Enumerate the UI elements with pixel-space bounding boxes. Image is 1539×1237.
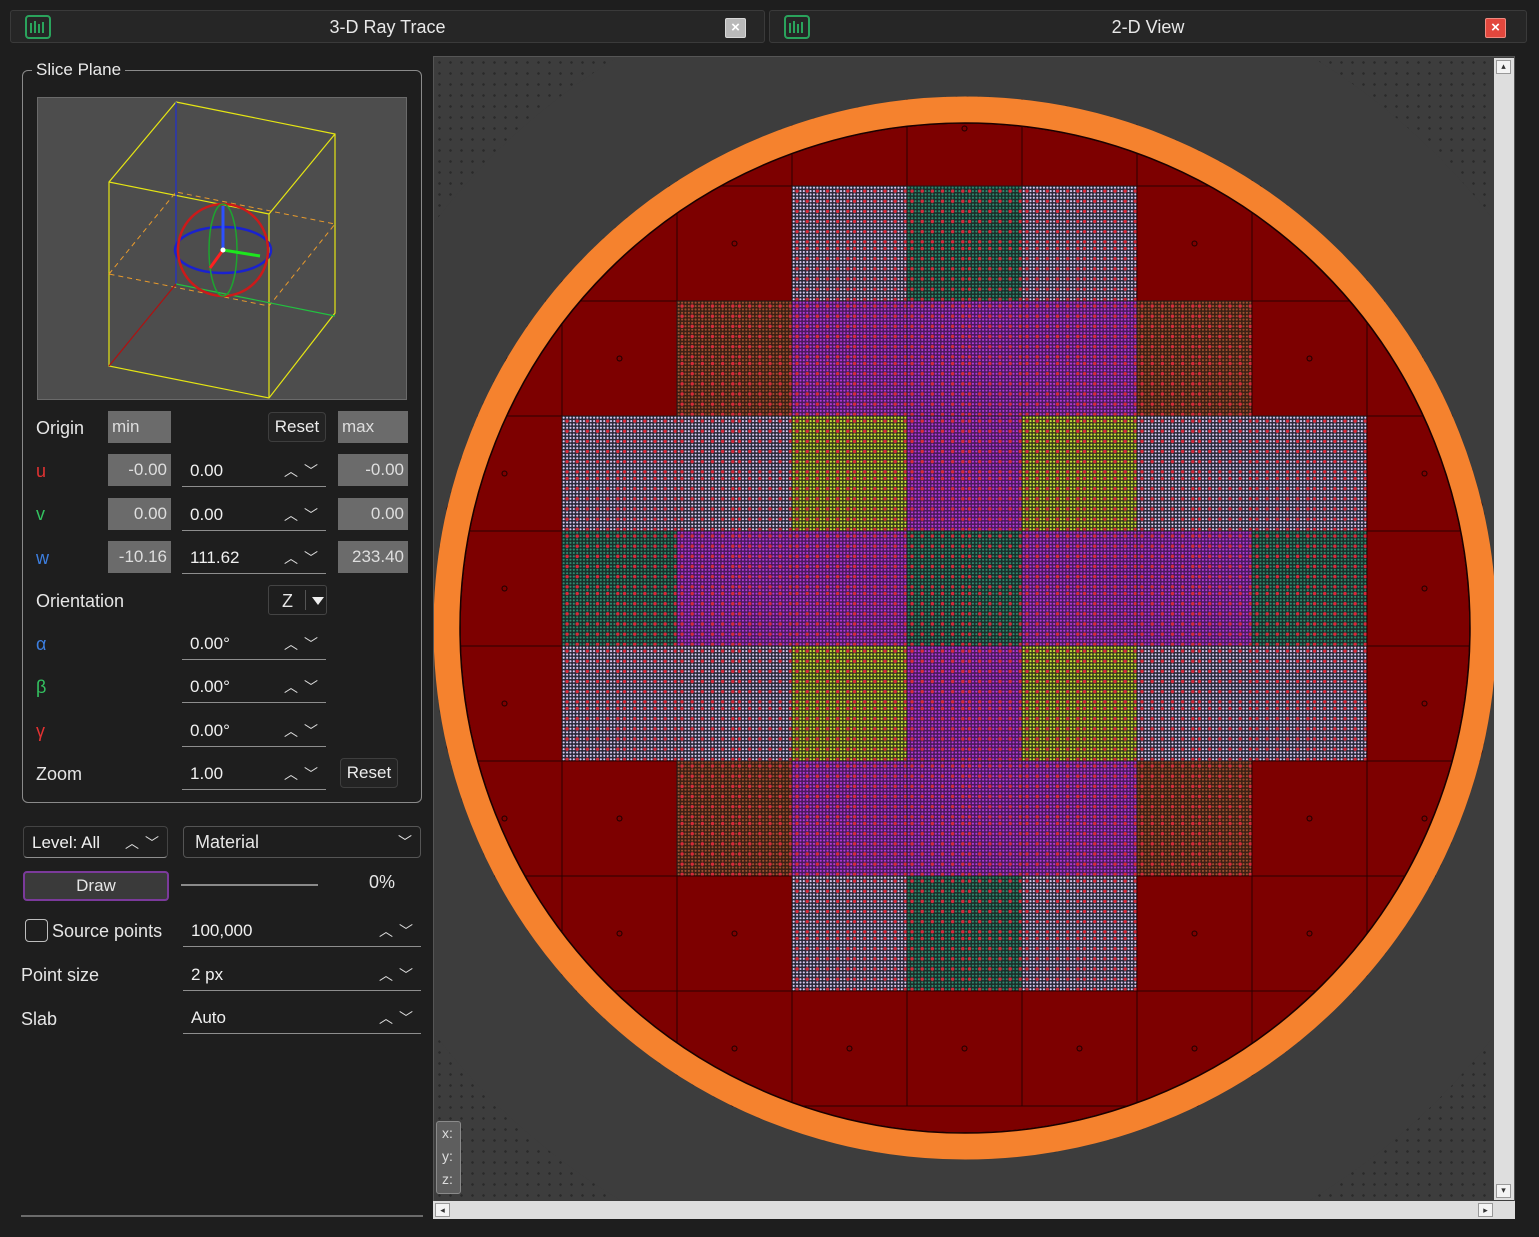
tab-title: 3-D Ray Trace (329, 17, 446, 37)
zoom-value: 1.00 (190, 764, 224, 783)
scroll-left-icon[interactable]: ◂ (435, 1203, 450, 1217)
progress-bar (181, 884, 318, 886)
alpha-label: α (36, 634, 47, 654)
close-icon[interactable]: × (1485, 18, 1506, 38)
w-min-value: -10.16 (108, 541, 171, 573)
spin-arrows-icon[interactable]: ︿﹀ (284, 671, 324, 703)
level-spinbox[interactable]: Level: All ︿﹀ (23, 826, 168, 858)
point-size-value: 2 px (191, 965, 224, 984)
u-value: 0.00 (190, 461, 224, 480)
tab-2d-view[interactable]: 2-D View × (769, 10, 1527, 43)
scroll-down-icon[interactable]: ▾ (1496, 1184, 1511, 1198)
color-by-value: Material (195, 832, 260, 852)
tab-title: 2-D View (1111, 17, 1185, 37)
spin-arrows-icon[interactable]: ︿﹀ (284, 499, 324, 531)
spin-arrows-icon[interactable]: ︿﹀ (284, 715, 324, 747)
gamma-value: 0.00° (190, 721, 230, 740)
w-max-value: 233.40 (338, 541, 408, 573)
zoom-spinbox[interactable]: 1.00 ︿﹀ (182, 758, 326, 790)
v-min-value: 0.00 (108, 498, 171, 530)
u-max-value: -0.00 (338, 454, 408, 486)
w-label: w (36, 548, 49, 568)
slab-spinbox[interactable]: Auto ︿﹀ (183, 1002, 421, 1034)
u-min-value: -0.00 (108, 454, 171, 486)
gamma-label: γ (36, 721, 45, 741)
spin-arrows-icon[interactable]: ︿﹀ (379, 959, 419, 991)
scroll-right-icon[interactable]: ▸ (1478, 1203, 1493, 1217)
origin-label: Origin (36, 418, 85, 438)
source-points-checkbox[interactable] (25, 919, 48, 942)
spin-arrows-icon[interactable]: ︿﹀ (379, 915, 419, 947)
tab-3d-ray-trace[interactable]: 3-D Ray Trace × (10, 10, 765, 43)
beta-label: β (36, 677, 47, 697)
spin-arrows-icon[interactable]: ︿﹀ (284, 542, 324, 574)
source-points-spinbox[interactable]: 100,000 ︿﹀ (183, 915, 421, 947)
gamma-spinbox[interactable]: 0.00° ︿﹀ (182, 715, 326, 747)
dropdown-arrow-icon (305, 590, 306, 610)
point-size-label: Point size (21, 965, 100, 985)
scroll-up-icon[interactable]: ▴ (1496, 60, 1511, 74)
orientation-value: Z (282, 591, 293, 611)
panel-divider (21, 1215, 423, 1217)
progress-percent: 0% (369, 872, 396, 892)
beta-spinbox[interactable]: 0.00° ︿﹀ (182, 671, 326, 703)
coord-x-label: x: (442, 1125, 453, 1141)
v-max-value: 0.00 (338, 498, 408, 530)
min-header: min (108, 411, 171, 443)
coord-z-label: z: (442, 1171, 453, 1187)
vertical-scrollbar[interactable]: ▴ ▾ (1494, 58, 1514, 1200)
draw-button[interactable]: Draw (23, 871, 169, 901)
close-icon[interactable]: × (725, 18, 746, 38)
v-value: 0.00 (190, 505, 224, 524)
orientation-select[interactable]: Z (268, 585, 327, 615)
max-header: max (338, 411, 408, 443)
alpha-spinbox[interactable]: 0.00° ︿﹀ (182, 628, 326, 660)
beta-value: 0.00° (190, 677, 230, 696)
level-value: Level: All (32, 833, 101, 852)
zoom-label: Zoom (36, 764, 83, 784)
core-slice-plot (297, 0, 1539, 1237)
w-spinbox[interactable]: 111.62 ︿﹀ (182, 542, 326, 574)
triangle-down-icon (312, 597, 324, 605)
spin-arrows-icon[interactable]: ︿﹀ (379, 1002, 419, 1034)
cursor-coordinates: x: y: z: (436, 1121, 461, 1194)
cube-preview-icon (108, 101, 336, 399)
color-by-select[interactable]: Material ﹀ (183, 826, 421, 858)
2d-view-canvas[interactable] (297, 0, 1539, 1237)
slice-plane-preview[interactable] (37, 97, 407, 400)
alpha-value: 0.00° (190, 634, 230, 653)
spin-arrows-icon[interactable]: ︿﹀ (284, 628, 324, 660)
coord-y-label: y: (442, 1148, 453, 1164)
u-label: u (36, 461, 47, 481)
horizontal-scrollbar[interactable]: ◂ ▸ (433, 1201, 1515, 1219)
spin-arrows-icon[interactable]: ︿﹀ (284, 758, 324, 790)
spin-arrows-icon[interactable]: ︿﹀ (125, 827, 165, 859)
v-spinbox[interactable]: 0.00 ︿﹀ (182, 499, 326, 531)
chevron-down-icon: ﹀ (398, 834, 412, 850)
slab-value: Auto (191, 1008, 226, 1027)
slice-plane-label: Slice Plane (32, 60, 126, 80)
zoom-reset-button[interactable]: Reset (340, 758, 398, 788)
source-points-value: 100,000 (191, 921, 253, 940)
origin-reset-button[interactable]: Reset (268, 412, 326, 442)
v-label: v (36, 504, 45, 524)
spin-arrows-icon[interactable]: ︿﹀ (284, 455, 324, 487)
orientation-label: Orientation (36, 591, 125, 611)
point-size-spinbox[interactable]: 2 px ︿﹀ (183, 959, 421, 991)
u-spinbox[interactable]: 0.00 ︿﹀ (182, 455, 326, 487)
source-points-label: Source points (52, 921, 163, 941)
w-value: 111.62 (190, 548, 240, 567)
slab-label: Slab (21, 1009, 58, 1029)
